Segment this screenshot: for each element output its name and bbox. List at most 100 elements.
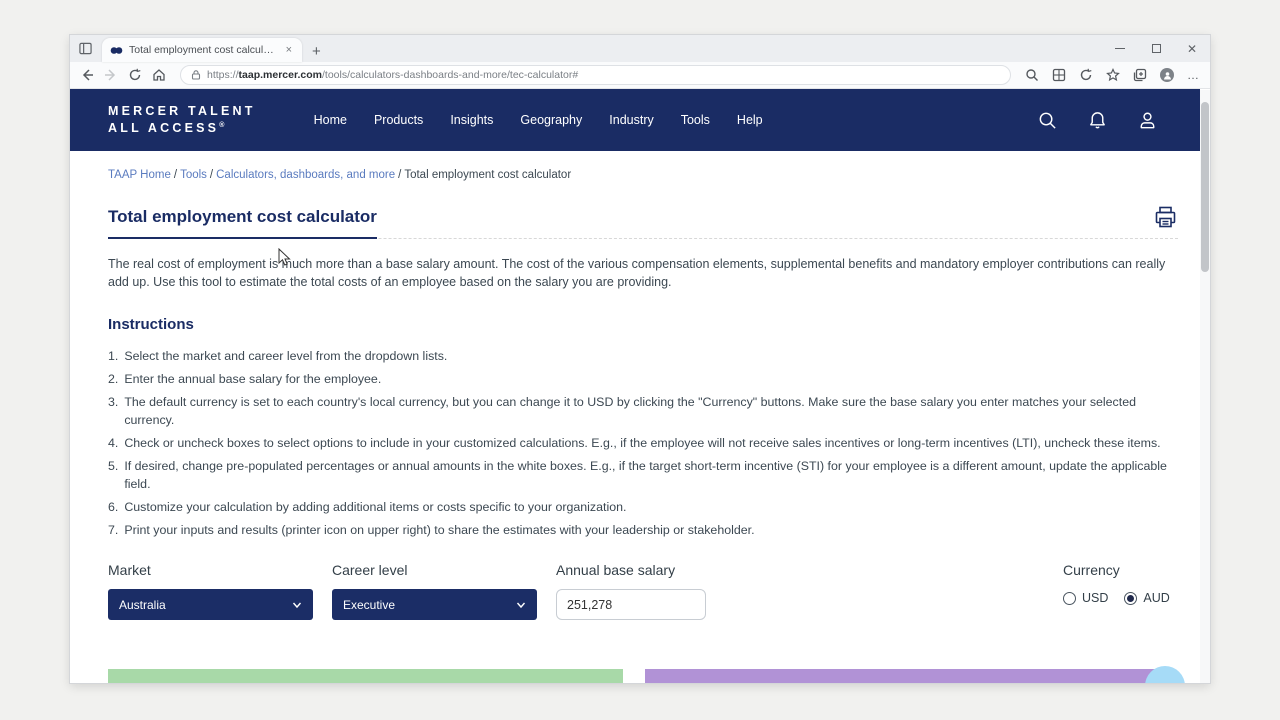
magnifier-icon <box>1025 68 1039 82</box>
forward-arrow-icon <box>104 68 118 82</box>
title-row: Total employment cost calculator <box>108 207 1178 239</box>
browser-window: Total employment cost calculator × + ✕ h… <box>70 35 1210 683</box>
breadcrumb-separator: / <box>171 169 180 181</box>
browser-tab[interactable]: Total employment cost calculator × <box>102 38 302 62</box>
radio-aud-label: AUD <box>1143 591 1169 605</box>
page-title: Total employment cost calculator <box>108 207 377 239</box>
instruction-text: Print your inputs and results (printer i… <box>124 522 754 540</box>
minimize-icon <box>1115 48 1125 49</box>
purple-section-header <box>645 669 1160 683</box>
profile-icon[interactable] <box>1137 110 1158 131</box>
nav-item[interactable]: Products <box>374 113 423 127</box>
home-icon <box>152 68 166 82</box>
browser-titlebar: Total employment cost calculator × + ✕ <box>70 35 1210 62</box>
breadcrumb: TAAP Home/Tools/Calculators, dashboards,… <box>108 169 1178 181</box>
zoom-button[interactable] <box>1025 68 1039 82</box>
sync-button[interactable] <box>1079 68 1093 82</box>
print-button[interactable] <box>1153 205 1178 235</box>
career-selected-value: Executive <box>343 598 395 612</box>
page-scrollbar[interactable] <box>1200 90 1210 683</box>
webpage: MERCER TALENT ALL ACCESS® Home Products In… <box>70 89 1200 683</box>
url-scheme: https:// <box>207 69 239 81</box>
tab-grid-button[interactable] <box>1052 68 1066 82</box>
breadcrumb-tools[interactable]: Tools <box>180 169 207 181</box>
salary-input[interactable] <box>556 589 706 620</box>
instruction-item: 3. The default currency is set to each c… <box>108 394 1178 430</box>
instruction-number: 3. <box>108 394 118 430</box>
nav-item[interactable]: Tools <box>681 113 710 127</box>
maximize-icon <box>1152 44 1161 53</box>
tab-actions-button[interactable] <box>70 35 100 62</box>
registered-mark: ® <box>219 122 224 129</box>
career-level-select[interactable]: Executive <box>332 589 537 620</box>
nav-item[interactable]: Home <box>314 113 347 127</box>
url-path: /tools/calculators-dashboards-and-more/t… <box>322 69 578 81</box>
bell-icon[interactable] <box>1087 110 1108 131</box>
radio-aud[interactable]: AUD <box>1124 591 1169 605</box>
sync-icon <box>1079 68 1093 82</box>
profile-avatar-icon[interactable] <box>1160 68 1174 82</box>
star-icon <box>1106 68 1120 82</box>
salary-label: Annual base salary <box>556 562 706 578</box>
instruction-item: 6. Customize your calculation by adding … <box>108 499 1178 517</box>
collections-button[interactable] <box>1133 68 1147 82</box>
header-icons <box>1037 110 1158 131</box>
nav-item[interactable]: Industry <box>609 113 653 127</box>
page-content: TAAP Home/Tools/Calculators, dashboards,… <box>70 169 1200 683</box>
chevron-down-icon <box>516 600 526 610</box>
logo-line1: MERCER TALENT <box>108 103 256 121</box>
breadcrumb-calculators[interactable]: Calculators, dashboards, and more <box>216 169 395 181</box>
favorites-button[interactable] <box>1106 68 1120 82</box>
chevron-down-icon <box>292 600 302 610</box>
breadcrumb-separator: / <box>395 169 404 181</box>
refresh-button[interactable] <box>128 68 142 82</box>
lock-icon <box>191 70 201 80</box>
radio-usd[interactable]: USD <box>1063 591 1108 605</box>
nav-item[interactable]: Insights <box>450 113 493 127</box>
radio-aud-circle-icon[interactable] <box>1124 592 1137 605</box>
instruction-text: If desired, change pre-populated percent… <box>124 458 1174 494</box>
market-select[interactable]: Australia <box>108 589 313 620</box>
breadcrumb-current: Total employment cost calculator <box>404 169 571 181</box>
minimize-button[interactable] <box>1102 35 1138 62</box>
home-button[interactable] <box>152 68 166 82</box>
site-logo[interactable]: MERCER TALENT ALL ACCESS® <box>108 103 256 138</box>
instruction-item: 5. If desired, change pre-populated perc… <box>108 458 1178 494</box>
instruction-text: Enter the annual base salary for the emp… <box>124 371 381 389</box>
tab-close-button[interactable]: × <box>284 45 294 56</box>
nav-item[interactable]: Help <box>737 113 763 127</box>
breadcrumb-taap-home[interactable]: TAAP Home <box>108 169 171 181</box>
browser-toolbar: https://taap.mercer.com/tools/calculator… <box>70 62 1210 89</box>
result-sections <box>108 669 1178 683</box>
close-button[interactable]: ✕ <box>1174 35 1210 62</box>
green-section-header <box>108 669 623 683</box>
market-field: Market Australia <box>108 562 313 620</box>
nav-item[interactable]: Geography <box>520 113 582 127</box>
printer-icon <box>1153 205 1178 230</box>
tab-actions-icon <box>79 42 92 55</box>
radio-usd-circle-icon[interactable] <box>1063 592 1076 605</box>
scrollbar-thumb[interactable] <box>1201 102 1209 272</box>
url-domain: taap.mercer.com <box>239 69 322 81</box>
forward-button[interactable] <box>104 68 118 82</box>
address-bar[interactable]: https://taap.mercer.com/tools/calculator… <box>180 65 1011 85</box>
new-tab-button[interactable]: + <box>312 44 321 59</box>
maximize-button[interactable] <box>1138 35 1174 62</box>
currency-options: USD AUD <box>1063 591 1170 605</box>
career-level-label: Career level <box>332 562 537 578</box>
instruction-text: Check or uncheck boxes to select options… <box>124 435 1160 453</box>
tab-title: Total employment cost calculator <box>129 44 278 56</box>
search-icon[interactable] <box>1037 110 1058 131</box>
primary-nav: Home Products Insights Geography Industry Too… <box>314 113 763 127</box>
currency-field: Currency USD AUD <box>1063 562 1170 605</box>
intro-paragraph: The real cost of employment is much more… <box>108 255 1178 291</box>
back-button[interactable] <box>80 68 94 82</box>
site-favicon-icon <box>110 46 123 55</box>
more-options-button[interactable]: … <box>1187 73 1200 78</box>
instruction-text: The default currency is set to each coun… <box>124 394 1174 430</box>
instruction-item: 2. Enter the annual base salary for the … <box>108 371 1178 389</box>
salary-field: Annual base salary <box>556 562 706 620</box>
market-selected-value: Australia <box>119 598 166 612</box>
instruction-text: Customize your calculation by adding add… <box>124 499 626 517</box>
collections-icon <box>1133 68 1147 82</box>
